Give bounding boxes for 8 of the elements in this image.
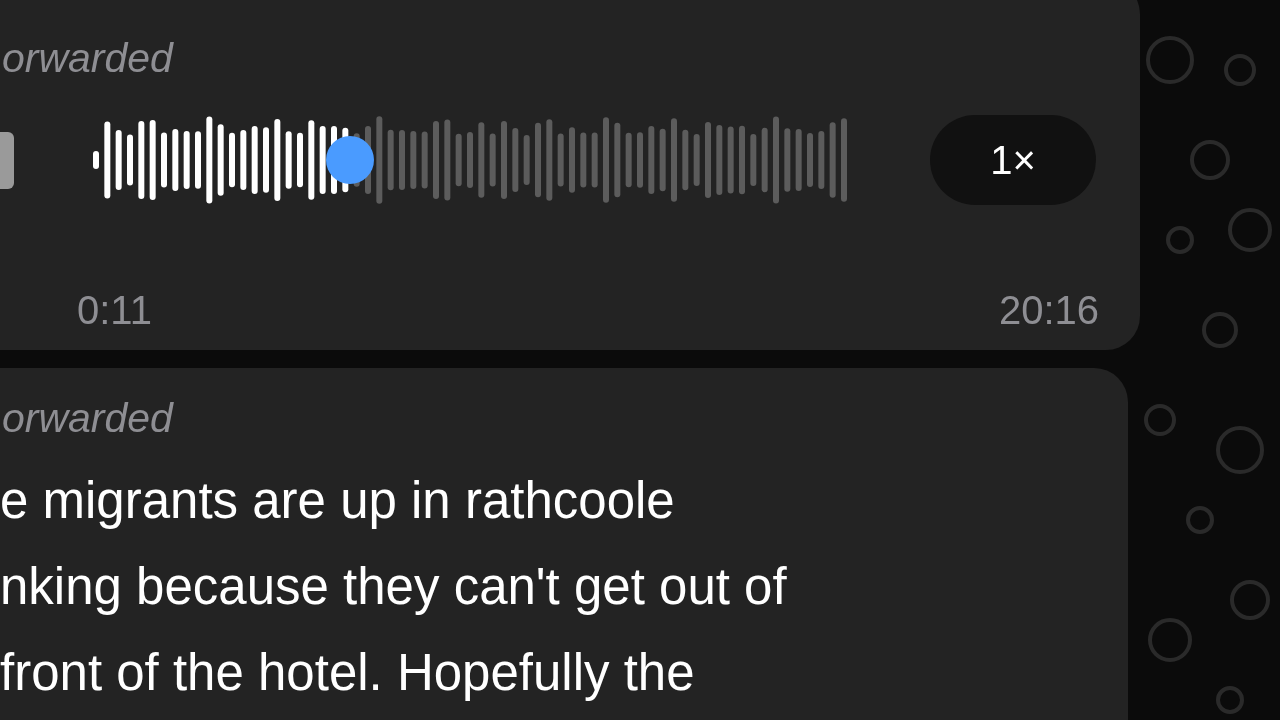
- forwarded-label: orwarded: [1, 34, 173, 83]
- elapsed-time: 0:11: [77, 288, 152, 333]
- play-icon[interactable]: [0, 131, 14, 189]
- message-text: e migrants are up in rathcoole nking because they can't get out of front of the hotel. Hopefully the: [0, 471, 788, 703]
- duration-time: 20:16: [998, 288, 1099, 333]
- playback-speed-button[interactable]: 1×: [930, 115, 1096, 205]
- playback-thumb[interactable]: [326, 136, 375, 184]
- forwarded-label: orwarded: [1, 394, 173, 443]
